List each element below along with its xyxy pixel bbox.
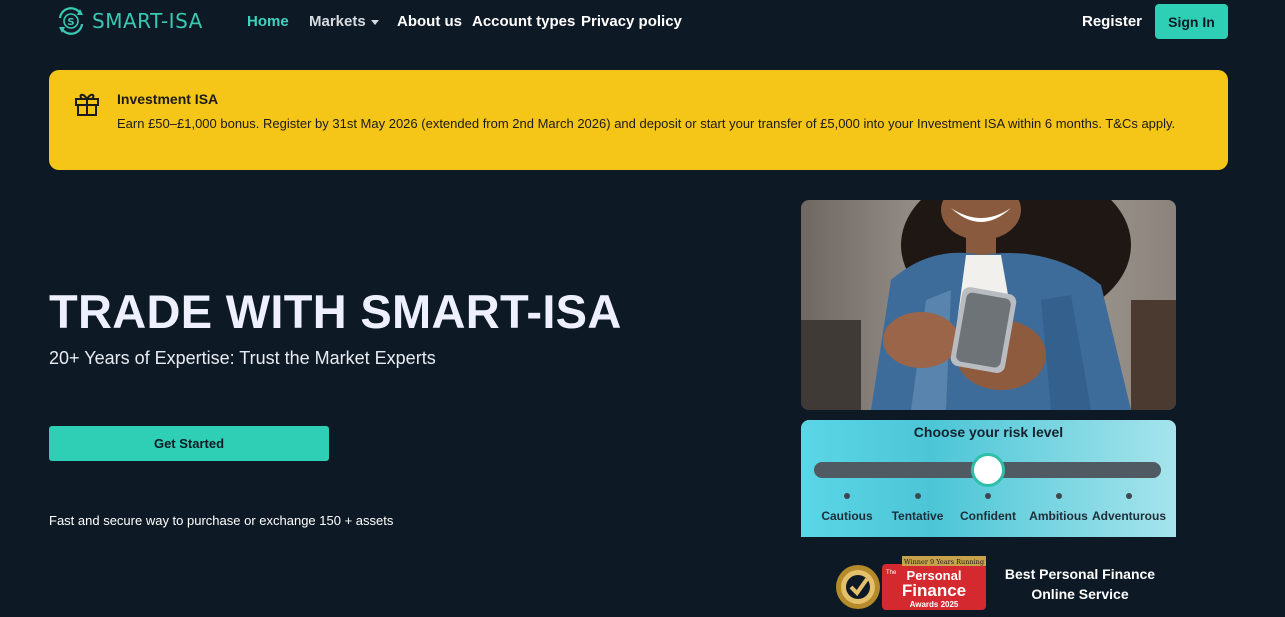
risk-title: Choose your risk level <box>913 424 1064 440</box>
nav-about-us[interactable]: About us <box>397 13 462 30</box>
svg-text:S: S <box>67 17 74 28</box>
nav-markets[interactable]: Markets <box>309 13 379 30</box>
nav-markets-label: Markets <box>309 13 366 30</box>
register-link[interactable]: Register <box>1082 13 1142 30</box>
top-navbar: S SMART-ISA Home Markets About us Accoun… <box>0 0 1285 44</box>
risk-option-adventurous[interactable]: Adventurous <box>1092 509 1166 523</box>
award-badge-line2: Finance <box>902 581 966 600</box>
hero-footnote: Fast and secure way to purchase or excha… <box>49 513 394 528</box>
nav-account-types[interactable]: Account types <box>472 13 575 30</box>
risk-level-selector: Choose your risk level Cautious Tentative… <box>801 420 1176 537</box>
risk-tick-dot <box>1055 493 1062 499</box>
site-logo[interactable]: S SMART-ISA <box>56 6 203 36</box>
award-badge-line3: Awards 2025 <box>910 600 959 609</box>
award-badge: Winner 9 Years Running The Personal Fina… <box>836 556 986 610</box>
award-line-2: Online Service <box>1031 586 1129 602</box>
risk-slider-thumb[interactable] <box>971 453 1005 487</box>
award-badge-top: Winner 9 Years Running <box>904 558 984 566</box>
risk-option-confident[interactable]: Confident <box>960 509 1016 523</box>
get-started-button[interactable]: Get Started <box>49 426 329 461</box>
banner-text: Earn £50–£1,000 bonus. Register by 31st … <box>117 116 1176 131</box>
risk-option-ambitious[interactable]: Ambitious <box>1029 509 1088 523</box>
nav-home[interactable]: Home <box>247 13 289 30</box>
risk-tick-dot <box>914 493 921 499</box>
banner-title: Investment ISA <box>117 91 219 107</box>
risk-tick-dot <box>844 493 850 499</box>
caret-down-icon <box>370 19 379 25</box>
risk-option-cautious[interactable]: Cautious <box>821 509 872 523</box>
risk-tick-dot <box>1126 493 1132 499</box>
hero-subtitle: 20+ Years of Expertise: Trust the Market… <box>49 348 436 368</box>
logo-icon: S <box>58 7 84 35</box>
award-line-1: Best Personal Finance <box>1004 566 1156 582</box>
sign-in-button[interactable]: Sign In <box>1155 4 1228 39</box>
award-text: Best Personal Finance Online Service <box>1000 564 1160 604</box>
gift-icon <box>75 93 99 116</box>
woman-with-phone-image <box>801 200 1176 410</box>
risk-tick-dot <box>985 493 991 499</box>
risk-option-tentative[interactable]: Tentative <box>892 509 944 523</box>
logo-text: SMART-ISA <box>92 9 203 33</box>
award-badge-the: The <box>886 570 897 576</box>
nav-privacy-policy[interactable]: Privacy policy <box>581 13 682 30</box>
promo-banner: Investment ISA Earn £50–£1,000 bonus. Re… <box>49 70 1228 170</box>
hero-title: TRADE WITH SMART-ISA <box>49 285 622 338</box>
hero-photo <box>801 200 1176 410</box>
